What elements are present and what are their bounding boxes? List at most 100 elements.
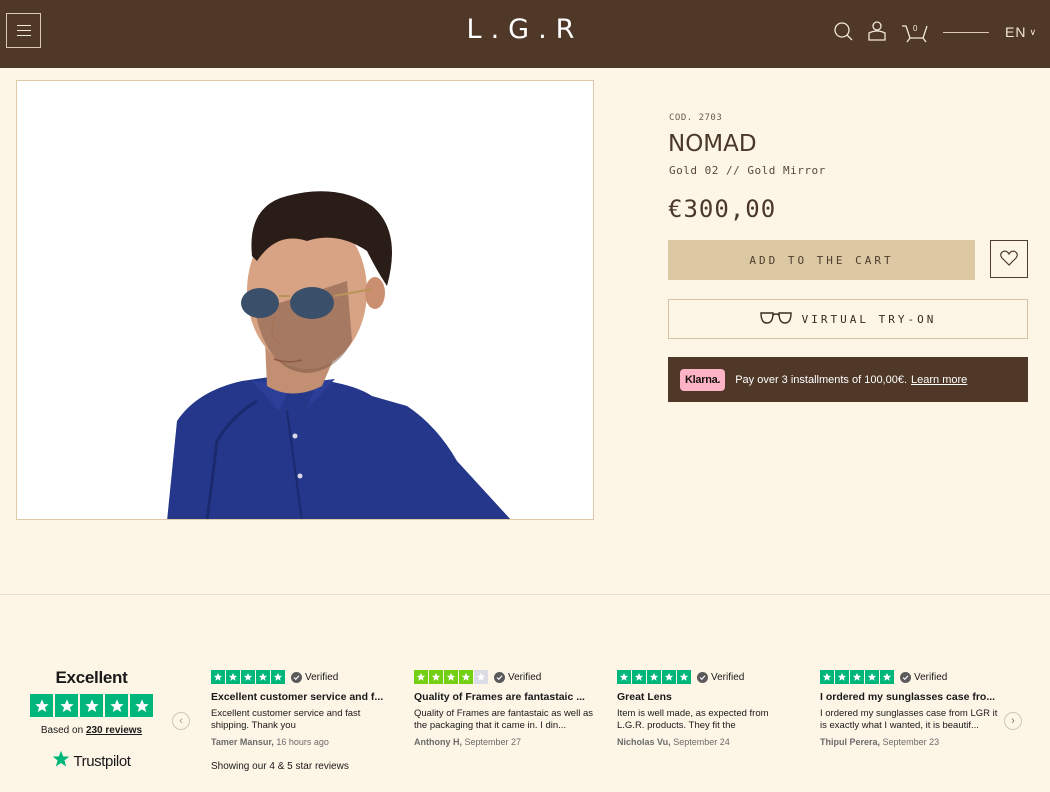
review-meta: Anthony H, September 27 (414, 737, 594, 747)
product-variant: Gold 02 // Gold Mirror (669, 164, 826, 177)
star-icon (647, 670, 661, 684)
klarna-banner: Klarna. Pay over 3 installments of 100,0… (668, 357, 1028, 402)
review-body: I ordered my sunglasses case from LGR it… (820, 708, 998, 731)
check-circle-icon (494, 671, 505, 683)
virtual-try-on-button[interactable]: VIRTUAL TRY-ON (668, 299, 1028, 339)
review-date: 16 hours ago (276, 737, 329, 747)
klarna-text: Pay over 3 installments of 100,00€. (735, 373, 908, 386)
star-icon (850, 670, 864, 684)
star-icon (459, 670, 473, 684)
star-icon (444, 670, 458, 684)
review-card[interactable]: Verified Excellent customer service and … (211, 670, 391, 747)
check-circle-icon (291, 671, 302, 683)
trustpilot-based-on: Based on 230 reviews (40, 725, 143, 736)
star-icon (414, 670, 428, 684)
cart-icon[interactable]: 0 (901, 20, 929, 44)
trustpilot-logo[interactable]: Trustpilot (30, 750, 153, 772)
review-card[interactable]: Verified Great Lens Item is well made, a… (617, 670, 797, 747)
review-card[interactable]: Verified I ordered my sunglasses case fr… (820, 670, 1000, 747)
verified-badge: Verified (697, 671, 744, 683)
user-icon[interactable] (866, 20, 890, 44)
trustpilot-rating-label: Excellent (55, 668, 128, 687)
review-stars (617, 670, 691, 684)
star-icon (55, 694, 78, 717)
trustpilot-showing-text: Showing our 4 & 5 star reviews (211, 761, 349, 772)
search-icon[interactable] (832, 20, 856, 44)
chevron-right-icon: › (1011, 715, 1015, 727)
section-divider (0, 594, 1050, 595)
trustpilot-stars (30, 694, 153, 717)
review-author: Tamer Mansur, (211, 737, 274, 747)
virtual-try-on-label: VIRTUAL TRY-ON (801, 312, 937, 326)
site-logo[interactable]: L.G.R (0, 14, 1050, 45)
review-title: I ordered my sunglasses case fro... (820, 691, 996, 703)
review-meta: Tamer Mansur, 16 hours ago (211, 737, 391, 747)
review-body: Quality of Frames are fantastaic as well… (414, 708, 593, 731)
review-card[interactable]: Verified Quality of Frames are fantastai… (414, 670, 594, 747)
review-author: Nicholas Vu, (617, 737, 671, 747)
review-stars (820, 670, 894, 684)
star-icon (241, 670, 255, 684)
check-circle-icon (900, 671, 911, 683)
review-body: Item is well made, as expected from L.G.… (617, 708, 769, 731)
star-icon (105, 694, 128, 717)
product-price: €300,00 (668, 195, 777, 223)
review-title: Excellent customer service and f... (211, 691, 384, 703)
language-selector[interactable]: EN ∨ (1005, 24, 1037, 40)
review-meta: Thipul Perera, September 23 (820, 737, 1000, 747)
wishlist-button[interactable] (990, 240, 1028, 278)
model-photo (167, 191, 511, 519)
review-date: September 23 (882, 737, 940, 747)
review-date: September 24 (673, 737, 730, 747)
verified-badge: Verified (291, 671, 338, 683)
review-title: Great Lens (617, 691, 672, 703)
star-icon (130, 694, 153, 717)
star-icon (865, 670, 879, 684)
cart-count: 0 (913, 24, 918, 33)
trustpilot-star-icon (52, 750, 70, 772)
star-icon (256, 670, 270, 684)
add-to-cart-button[interactable]: ADD TO THE CART (668, 240, 975, 280)
star-icon (835, 670, 849, 684)
language-label: EN (1005, 24, 1027, 40)
check-circle-icon (697, 671, 708, 683)
product-code: COD. 2703 (669, 113, 723, 123)
site-header: L.G.R 0 EN ∨ (0, 0, 1050, 68)
star-icon (30, 694, 53, 717)
trustpilot-summary: Excellent Based on 230 reviews Trustpilo… (30, 668, 153, 772)
star-icon (677, 670, 691, 684)
klarna-learn-more-link[interactable]: Learn more (911, 374, 967, 386)
product-image[interactable] (16, 80, 594, 520)
product-name: NOMAD (668, 131, 757, 157)
review-meta: Nicholas Vu, September 24 (617, 737, 797, 747)
review-author: Anthony H, (414, 737, 462, 747)
carousel-prev-button[interactable]: ‹ (172, 712, 190, 730)
chevron-left-icon: ‹ (179, 715, 183, 727)
review-body: Excellent customer service and fast ship… (211, 708, 361, 731)
star-icon (880, 670, 894, 684)
review-date: September 27 (464, 737, 522, 747)
review-author: Thipul Perera, (820, 737, 881, 747)
review-stars (211, 670, 285, 684)
glasses-icon (759, 311, 792, 328)
star-icon (271, 670, 285, 684)
chevron-down-icon: ∨ (1029, 27, 1038, 37)
star-icon (429, 670, 443, 684)
review-stars (414, 670, 488, 684)
star-icon (226, 670, 240, 684)
star-icon (662, 670, 676, 684)
verified-badge: Verified (900, 671, 947, 683)
header-divider (943, 32, 989, 33)
star-icon (632, 670, 646, 684)
star-icon (617, 670, 631, 684)
star-icon (80, 694, 103, 717)
review-title: Quality of Frames are fantastaic ... (414, 691, 585, 703)
heart-icon (1000, 249, 1018, 269)
star-icon (820, 670, 834, 684)
klarna-logo: Klarna. (680, 368, 726, 391)
star-icon (211, 670, 225, 684)
verified-badge: Verified (494, 671, 541, 683)
star-icon (474, 670, 488, 684)
carousel-next-button[interactable]: › (1004, 712, 1022, 730)
trustpilot-reviews-link[interactable]: 230 reviews (86, 725, 142, 736)
